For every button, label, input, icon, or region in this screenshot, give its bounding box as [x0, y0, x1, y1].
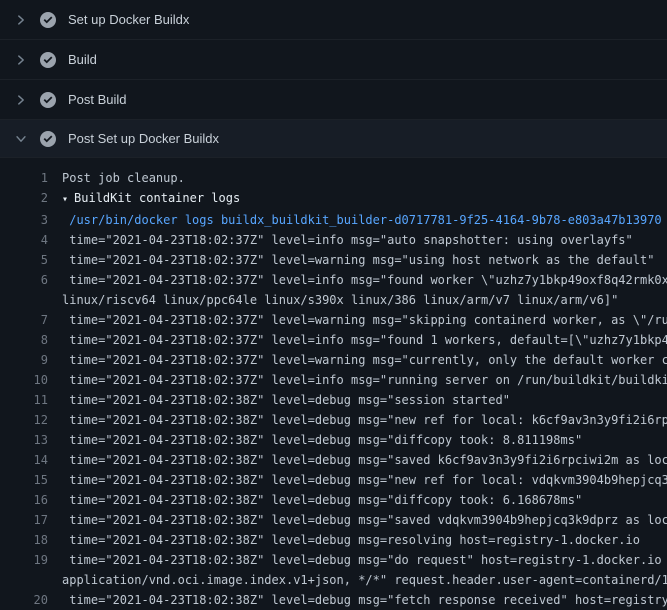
line-number[interactable]: 1	[0, 168, 48, 188]
line-number[interactable]: 16	[0, 490, 48, 510]
check-circle-icon	[40, 131, 56, 147]
log-line: 12 time="2021-04-23T18:02:38Z" level=deb…	[0, 410, 667, 430]
log-group-toggle[interactable]: ▾ BuildKit container logs	[48, 188, 240, 210]
log-line: linux/riscv64 linux/ppc64le linux/s390x …	[0, 290, 667, 310]
log-text: time="2021-04-23T18:02:37Z" level=info m…	[48, 270, 667, 290]
log-line: 17 time="2021-04-23T18:02:38Z" level=deb…	[0, 510, 667, 530]
log-line: application/vnd.oci.image.index.v1+json,…	[0, 570, 667, 590]
log-text: time="2021-04-23T18:02:38Z" level=debug …	[48, 530, 640, 550]
line-number[interactable]: 9	[0, 350, 48, 370]
triangle-down-icon: ▾	[62, 190, 68, 210]
section-label: Build	[68, 52, 97, 67]
log-line: 18 time="2021-04-23T18:02:38Z" level=deb…	[0, 530, 667, 550]
line-number[interactable]: 15	[0, 470, 48, 490]
log-text: time="2021-04-23T18:02:37Z" level=warnin…	[48, 310, 667, 330]
log-line: 14 time="2021-04-23T18:02:38Z" level=deb…	[0, 450, 667, 470]
chevron-right-icon	[14, 93, 28, 107]
section-label: Set up Docker Buildx	[68, 12, 189, 27]
section-label: Post Build	[68, 92, 127, 107]
log-line: 1Post job cleanup.	[0, 168, 667, 188]
check-circle-icon	[40, 12, 56, 28]
log-text: time="2021-04-23T18:02:38Z" level=debug …	[48, 510, 667, 530]
line-number[interactable]: 12	[0, 410, 48, 430]
log-text: Post job cleanup.	[48, 168, 185, 188]
log-line: 3 /usr/bin/docker logs buildx_buildkit_b…	[0, 210, 667, 230]
log-text: time="2021-04-23T18:02:38Z" level=debug …	[48, 450, 667, 470]
section-header-build[interactable]: Build	[0, 40, 667, 80]
log-text: time="2021-04-23T18:02:37Z" level=info m…	[48, 370, 667, 390]
line-number[interactable]: 3	[0, 210, 48, 230]
log-line: 11 time="2021-04-23T18:02:38Z" level=deb…	[0, 390, 667, 410]
log-text: linux/riscv64 linux/ppc64le linux/s390x …	[48, 290, 618, 310]
log-command-text: /usr/bin/docker logs buildx_buildkit_bui…	[48, 210, 662, 230]
log-text: time="2021-04-23T18:02:37Z" level=warnin…	[48, 250, 654, 270]
line-number[interactable]: 20	[0, 590, 48, 610]
log-text: time="2021-04-23T18:02:38Z" level=debug …	[48, 590, 667, 610]
line-number[interactable]: 8	[0, 330, 48, 350]
log-text: time="2021-04-23T18:02:37Z" level=info m…	[48, 230, 633, 250]
line-number[interactable]: 7	[0, 310, 48, 330]
section-header-post-set-up-docker-buildx[interactable]: Post Set up Docker Buildx	[0, 120, 667, 158]
log-text: time="2021-04-23T18:02:38Z" level=debug …	[48, 410, 667, 430]
line-number	[0, 290, 48, 310]
chevron-right-icon	[14, 53, 28, 67]
log-line: 9 time="2021-04-23T18:02:37Z" level=warn…	[0, 350, 667, 370]
log-line: 10 time="2021-04-23T18:02:37Z" level=inf…	[0, 370, 667, 390]
chevron-right-icon	[14, 13, 28, 27]
line-number[interactable]: 6	[0, 270, 48, 290]
log-text: time="2021-04-23T18:02:38Z" level=debug …	[48, 550, 667, 570]
log-text: time="2021-04-23T18:02:38Z" level=debug …	[48, 470, 667, 490]
line-number[interactable]: 2	[0, 188, 48, 210]
line-number[interactable]: 10	[0, 370, 48, 390]
section-header-post-build[interactable]: Post Build	[0, 80, 667, 120]
log-container: 1Post job cleanup.2 ▾ BuildKit container l…	[0, 158, 667, 610]
log-text: application/vnd.oci.image.index.v1+json,…	[48, 570, 667, 590]
log-line: 8 time="2021-04-23T18:02:37Z" level=info…	[0, 330, 667, 350]
line-number[interactable]: 13	[0, 430, 48, 450]
log-group-label: BuildKit container logs	[74, 191, 240, 205]
chevron-down-icon	[14, 132, 28, 146]
line-number[interactable]: 18	[0, 530, 48, 550]
line-number[interactable]: 14	[0, 450, 48, 470]
line-number[interactable]: 11	[0, 390, 48, 410]
check-circle-icon	[40, 52, 56, 68]
line-number[interactable]: 4	[0, 230, 48, 250]
log-line: 5 time="2021-04-23T18:02:37Z" level=warn…	[0, 250, 667, 270]
log-line: 19 time="2021-04-23T18:02:38Z" level=deb…	[0, 550, 667, 570]
line-number[interactable]: 5	[0, 250, 48, 270]
line-number[interactable]: 17	[0, 510, 48, 530]
step-list: Set up Docker Buildx Build Post Build Post …	[0, 0, 667, 158]
log-text: time="2021-04-23T18:02:38Z" level=debug …	[48, 390, 510, 410]
log-line: 2 ▾ BuildKit container logs	[0, 188, 667, 210]
log-line: 16 time="2021-04-23T18:02:38Z" level=deb…	[0, 490, 667, 510]
line-number[interactable]: 19	[0, 550, 48, 570]
log-text: time="2021-04-23T18:02:37Z" level=info m…	[48, 330, 667, 350]
log-line: 6 time="2021-04-23T18:02:37Z" level=info…	[0, 270, 667, 290]
check-circle-icon	[40, 92, 56, 108]
line-number	[0, 570, 48, 590]
log-line: 15 time="2021-04-23T18:02:38Z" level=deb…	[0, 470, 667, 490]
log-line: 7 time="2021-04-23T18:02:37Z" level=warn…	[0, 310, 667, 330]
section-header-set-up-docker-buildx[interactable]: Set up Docker Buildx	[0, 0, 667, 40]
log-line: 20 time="2021-04-23T18:02:38Z" level=deb…	[0, 590, 667, 610]
log-text: time="2021-04-23T18:02:37Z" level=warnin…	[48, 350, 667, 370]
log-text: time="2021-04-23T18:02:38Z" level=debug …	[48, 430, 582, 450]
log-text: time="2021-04-23T18:02:38Z" level=debug …	[48, 490, 582, 510]
log-line: 4 time="2021-04-23T18:02:37Z" level=info…	[0, 230, 667, 250]
section-label: Post Set up Docker Buildx	[68, 131, 219, 146]
log-line: 13 time="2021-04-23T18:02:38Z" level=deb…	[0, 430, 667, 450]
